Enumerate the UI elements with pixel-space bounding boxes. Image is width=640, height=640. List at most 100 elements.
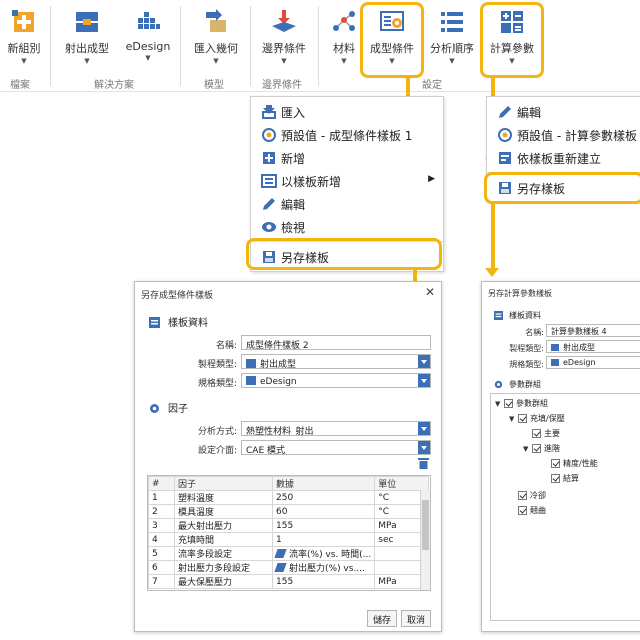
tree-expand-icon[interactable]: ▼ — [495, 400, 504, 408]
process-type-select[interactable]: 射出成型 — [241, 354, 431, 369]
cell-data[interactable]: 250 — [271, 490, 376, 505]
edesign-button[interactable]: eDesign ▼ — [122, 6, 174, 72]
eye-icon — [262, 222, 276, 232]
chevron-down-icon: ▼ — [281, 57, 287, 65]
checkbox-checked[interactable] — [504, 399, 513, 408]
checkbox-checked[interactable] — [518, 506, 527, 515]
boundary-conditions-button[interactable]: 邊界條件 ▼ — [256, 6, 312, 72]
tree-item-advanced[interactable]: ▼ 進階 — [523, 443, 560, 454]
menu-item-label: 編輯 — [517, 106, 542, 120]
pencil-icon[interactable] — [274, 563, 287, 572]
table-row[interactable]: 5 流率多段設定 流率(%) vs. 時間(... — [148, 546, 430, 561]
interface-select[interactable]: CAE 模式 — [241, 440, 431, 455]
factor-table: # 因子 數據 單位 1 塑料溫度 250 °C 2 模具溫度 60 °C 3 最大射出壓力 155… — [147, 475, 431, 591]
cell-factor: 塑料溫度 — [174, 490, 273, 505]
chevron-down-icon: ▼ — [145, 54, 151, 62]
submenu-arrow-icon: ▶ — [428, 174, 435, 184]
tree-item-cooling[interactable]: 冷卻 — [518, 490, 546, 501]
new-group-button[interactable]: 新組別 ▼ — [2, 6, 46, 72]
dropdown-arrow-icon[interactable] — [418, 441, 430, 454]
checkbox-checked[interactable] — [532, 444, 541, 453]
table-row[interactable]: 6 射出壓力多段設定 射出壓力(%) vs.... — [148, 560, 430, 575]
dropdown-arrow-icon[interactable] — [418, 374, 430, 387]
menu-item-default-template[interactable]: 預設值 - 成型條件樣板 1 — [251, 124, 443, 146]
table-row[interactable]: 2 模具溫度 60 °C — [148, 504, 430, 519]
save-button[interactable]: 儲存 — [367, 610, 397, 627]
spec-type-value: eDesign — [563, 358, 596, 367]
cell-data[interactable]: 流率(%) vs. 時間(... — [271, 546, 376, 561]
chevron-down-icon: ▼ — [213, 57, 219, 65]
cell-factor: 充填時間 — [174, 532, 273, 547]
cell-index: 3 — [148, 518, 175, 533]
edesign-label: eDesign — [125, 40, 171, 53]
checkbox-checked[interactable] — [532, 429, 541, 438]
tree-item-precision-performance[interactable]: 精度/性能 — [551, 458, 598, 469]
import-geometry-button[interactable]: 匯入幾何 ▼ — [188, 6, 244, 72]
tree-item-settlement[interactable]: 結算 — [551, 473, 579, 484]
checkbox-checked[interactable] — [518, 491, 527, 500]
cell-factor: 最大射出壓力 — [174, 518, 273, 533]
spec-type-select[interactable]: eDesign — [241, 373, 431, 388]
group-label-file: 檔案 — [10, 80, 30, 91]
tree-item-main[interactable]: 主要 — [532, 428, 560, 439]
scrollbar-thumb[interactable] — [422, 500, 429, 550]
injection-molding-icon — [76, 12, 98, 32]
cancel-button[interactable]: 取消 — [401, 610, 431, 627]
trash-icon[interactable] — [418, 457, 429, 469]
material-button[interactable]: 材料 ▼ — [326, 6, 362, 72]
cell-data[interactable]: 射出壓力(%) vs.... — [271, 560, 376, 575]
tree-expand-icon[interactable]: ▼ — [509, 415, 518, 423]
section-header-factor: 因子 — [149, 400, 188, 415]
template-name-value: 計算參數樣板 4 — [551, 327, 607, 336]
menu-item-label: 預設值 - 計算參數樣板 — [517, 129, 637, 143]
process-type-select[interactable]: 射出成型 — [546, 340, 640, 353]
cell-data[interactable]: 155 — [271, 518, 376, 533]
pencil-icon — [499, 106, 511, 118]
table-scrollbar[interactable] — [420, 490, 430, 590]
template-name-input[interactable]: 計算參數樣板 4 — [546, 324, 640, 337]
tree-item-fill-pack[interactable]: ▼ 充填/保壓 — [509, 413, 565, 424]
menu-item-new-from-template[interactable]: 以樣板新增 ▶ — [251, 170, 443, 192]
tree-item-label: 進階 — [544, 444, 560, 453]
highlight-save-as-template-right — [484, 172, 640, 204]
chevron-down-icon: ▼ — [84, 57, 90, 65]
checkbox-checked[interactable] — [518, 414, 527, 423]
tree-item-parameter-group[interactable]: ▼ 參數群組 — [495, 398, 548, 409]
checkbox-checked[interactable] — [551, 474, 560, 483]
menu-item-label: 新增 — [281, 152, 306, 166]
template-name-input[interactable]: 成型條件樣板 2 — [241, 335, 431, 350]
tree-item-label: 主要 — [544, 429, 560, 438]
menu-item-new[interactable]: 新增 — [251, 147, 443, 169]
checkbox-checked[interactable] — [551, 459, 560, 468]
table-row[interactable]: 4 充填時間 1 sec — [148, 532, 430, 547]
tree-item-warpage[interactable]: 翹曲 — [518, 505, 546, 516]
chevron-down-icon: ▼ — [449, 57, 455, 65]
tree-expand-icon[interactable]: ▼ — [523, 445, 532, 453]
menu-item-label: 以樣板新增 — [281, 175, 342, 189]
cell-data[interactable]: 155 — [271, 574, 376, 589]
pencil-icon[interactable] — [274, 549, 287, 558]
section-header-template: 樣板資料 — [149, 314, 208, 329]
spec-type-select[interactable]: eDesign — [546, 356, 640, 369]
arrow-down-icon — [485, 268, 499, 277]
cell-data[interactable]: 60 — [271, 504, 376, 519]
menu-item-view[interactable]: 檢視 — [251, 216, 443, 238]
menu-item-edit[interactable]: 編輯 — [487, 101, 640, 123]
close-icon[interactable]: ✕ — [425, 285, 435, 299]
injection-molding-button[interactable]: 射出成型 ▼ — [58, 6, 116, 72]
cell-data[interactable]: 1 — [271, 532, 376, 547]
analysis-sequence-button[interactable]: 分析順序 ▼ — [426, 6, 478, 72]
menu-item-import[interactable]: 匯入 — [251, 101, 443, 123]
table-row[interactable]: 3 最大射出壓力 155 MPa — [148, 518, 430, 533]
analysis-method-select[interactable]: 熱塑性材料_射出 — [241, 421, 431, 436]
menu-item-default-template[interactable]: 預設值 - 計算參數樣板 — [487, 124, 640, 146]
dropdown-arrow-icon[interactable] — [418, 355, 430, 368]
dropdown-arrow-icon[interactable] — [418, 422, 430, 435]
menu-item-rebuild-from-template[interactable]: 依樣板重新建立 — [487, 147, 640, 169]
menu-item-edit[interactable]: 編輯 — [251, 193, 443, 215]
table-row[interactable]: 1 塑料溫度 250 °C — [148, 490, 430, 505]
template-icon — [261, 174, 277, 188]
table-row[interactable]: 7 最大保壓壓力 155 MPa — [148, 574, 430, 589]
cell-factor: 最大保壓壓力 — [174, 574, 273, 589]
chevron-down-icon: ▼ — [21, 57, 27, 65]
